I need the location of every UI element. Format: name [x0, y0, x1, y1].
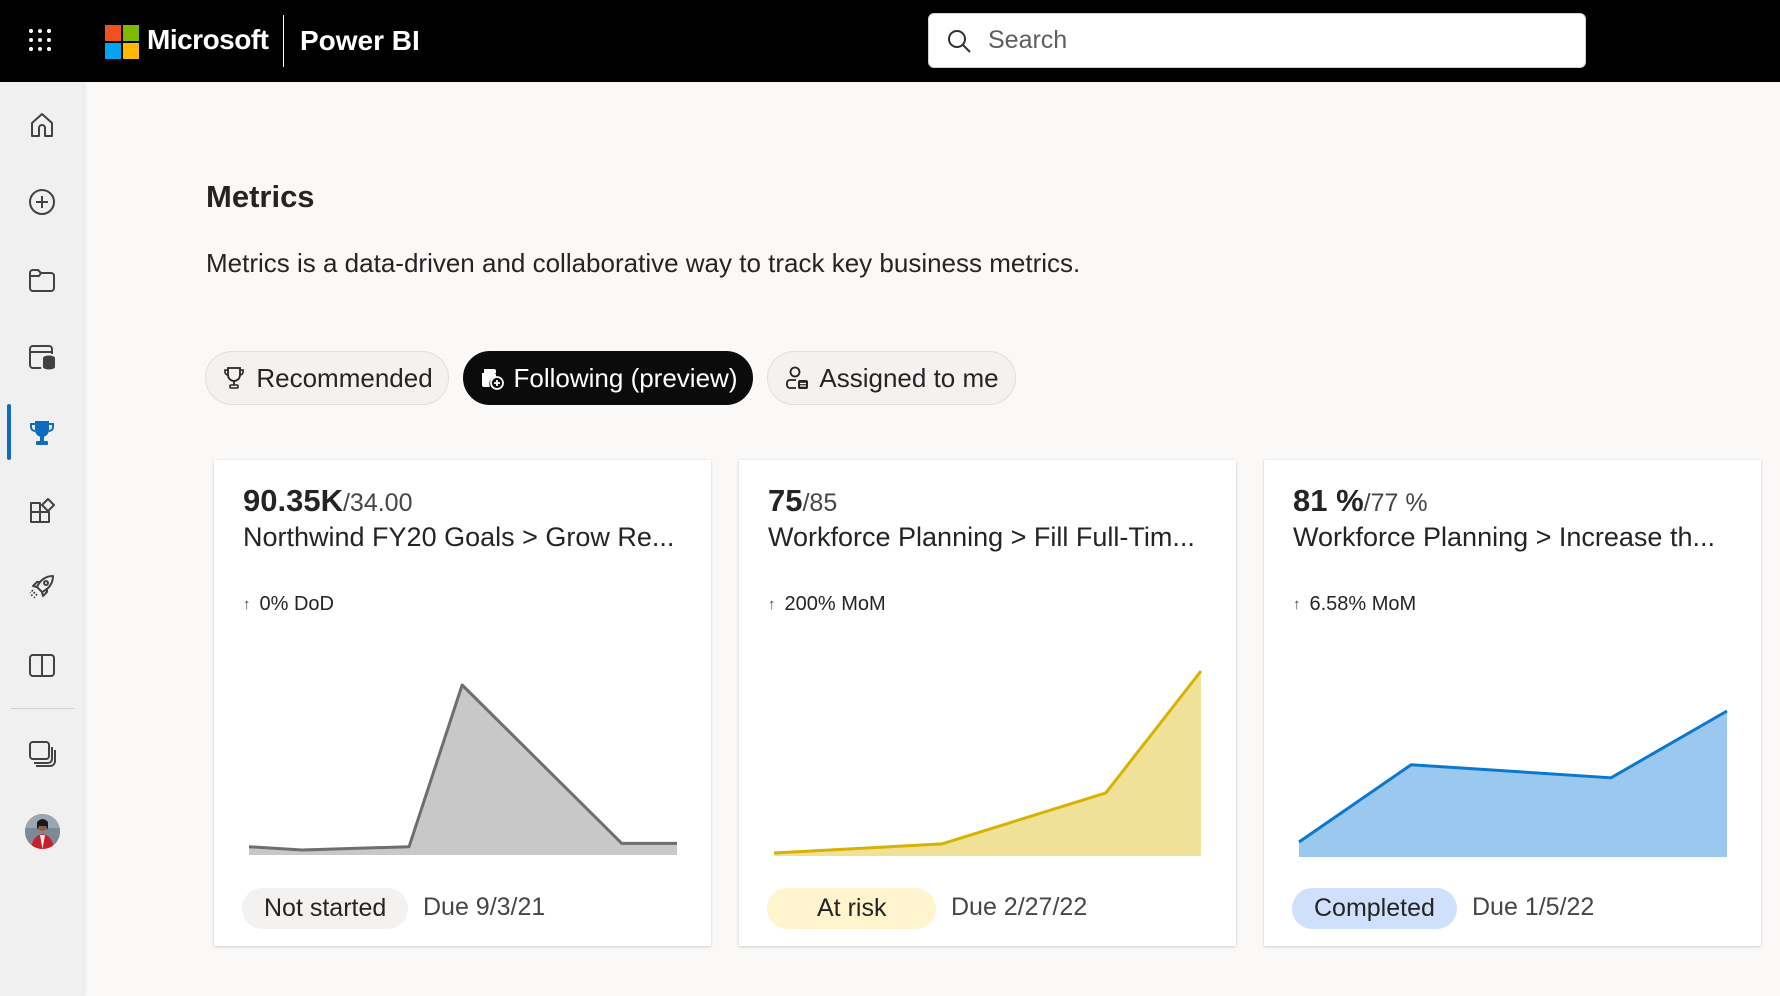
app-name[interactable]: Power BI [300, 25, 420, 57]
plus-circle-icon [28, 189, 55, 215]
sidebar-item-workspaces[interactable] [0, 723, 83, 783]
filter-following[interactable]: Following (preview) [463, 351, 753, 405]
search-icon [948, 29, 971, 53]
assigned-person-icon [786, 366, 809, 389]
target-value: /77 % [1363, 489, 1428, 517]
filter-label: Following (preview) [513, 362, 738, 393]
metric-card[interactable]: 75/85 Workforce Planning > Fill Full-Tim… [739, 460, 1236, 946]
sidebar-item-apps[interactable] [0, 481, 83, 541]
due-date: Due 1/5/22 [1472, 893, 1595, 921]
app-launcher-icon[interactable] [29, 29, 53, 53]
arrow-up-icon: ↑ [768, 596, 776, 613]
metric-card[interactable]: 90.35K/34.00 Northwind FY20 Goals > Grow… [214, 460, 711, 946]
sidebar-item-deployment-pipelines[interactable] [0, 557, 83, 617]
metric-name[interactable]: Northwind FY20 Goals > Grow Re... [243, 522, 674, 553]
change-text: 6.58% MoM [1309, 593, 1417, 615]
filter-recommended[interactable]: Recommended [205, 351, 449, 405]
filter-assigned-to-me[interactable]: Assigned to me [767, 351, 1016, 405]
sidebar-item-learn[interactable] [0, 635, 83, 695]
metric-change: ↑ 6.58% MoM [1293, 593, 1416, 616]
arrow-up-icon: ↑ [1293, 596, 1301, 613]
metric-name[interactable]: Workforce Planning > Fill Full-Tim... [768, 522, 1195, 553]
page-description: Metrics is a data-driven and collaborati… [206, 248, 1081, 278]
target-value: /85 [802, 489, 838, 517]
data-hub-icon [28, 345, 55, 370]
rocket-icon [28, 575, 54, 599]
metric-card[interactable]: 81 %/77 % Workforce Planning > Increase … [1264, 460, 1761, 946]
follow-icon [481, 369, 504, 390]
filter-label: Assigned to me [819, 362, 999, 393]
sparkline-area [249, 685, 677, 855]
sparkline-chart [248, 683, 677, 855]
trophy-icon [29, 421, 54, 445]
sidebar-item-create[interactable] [0, 172, 83, 232]
due-date: Due 9/3/21 [423, 893, 546, 921]
current-value: 81 % [1293, 483, 1364, 518]
company-name: Microsoft [147, 24, 269, 55]
filter-label: Recommended [256, 362, 433, 393]
workspaces-icon [28, 741, 56, 767]
search-input[interactable] [988, 26, 1548, 55]
sidebar [0, 82, 83, 996]
arrow-up-icon: ↑ [243, 596, 251, 613]
apps-icon [29, 498, 55, 523]
page-title: Metrics [206, 179, 315, 214]
avatar[interactable] [25, 814, 60, 849]
sidebar-item-data-hub[interactable] [0, 327, 83, 387]
metric-value: 90.35K/34.00 [243, 483, 412, 519]
metric-change: ↑ 200% MoM [768, 593, 886, 616]
microsoft-logo-icon [105, 25, 139, 59]
sidebar-item-metrics[interactable] [0, 403, 83, 463]
sidebar-divider [11, 708, 74, 709]
target-value: /34.00 [342, 489, 413, 517]
status-badge: Not started [242, 888, 409, 929]
change-text: 0% DoD [259, 593, 334, 615]
metric-value: 75/85 [768, 483, 837, 519]
home-icon [30, 113, 53, 137]
sparkline-area [1299, 711, 1727, 857]
current-value: 90.35K [243, 483, 343, 518]
status-badge: Completed [1292, 888, 1457, 929]
sparkline-chart [773, 670, 1203, 856]
search-box[interactable] [928, 13, 1586, 68]
current-value: 75 [768, 483, 803, 518]
change-text: 200% MoM [784, 593, 886, 615]
metric-value: 81 %/77 % [1293, 483, 1428, 519]
trophy-outline-icon [224, 367, 245, 389]
metric-change: ↑ 0% DoD [243, 593, 334, 616]
sidebar-item-browse[interactable] [0, 250, 83, 310]
sparkline-chart [1298, 709, 1728, 857]
metric-name[interactable]: Workforce Planning > Increase th... [1293, 522, 1715, 553]
due-date: Due 2/27/22 [951, 893, 1088, 921]
book-icon [28, 654, 55, 677]
status-badge: At risk [767, 888, 937, 929]
sidebar-item-home[interactable] [0, 95, 83, 155]
user-photo-icon [25, 814, 60, 849]
top-bar: Microsoft Power BI [0, 0, 1780, 82]
brand-divider [283, 15, 284, 67]
folder-icon [28, 269, 55, 292]
